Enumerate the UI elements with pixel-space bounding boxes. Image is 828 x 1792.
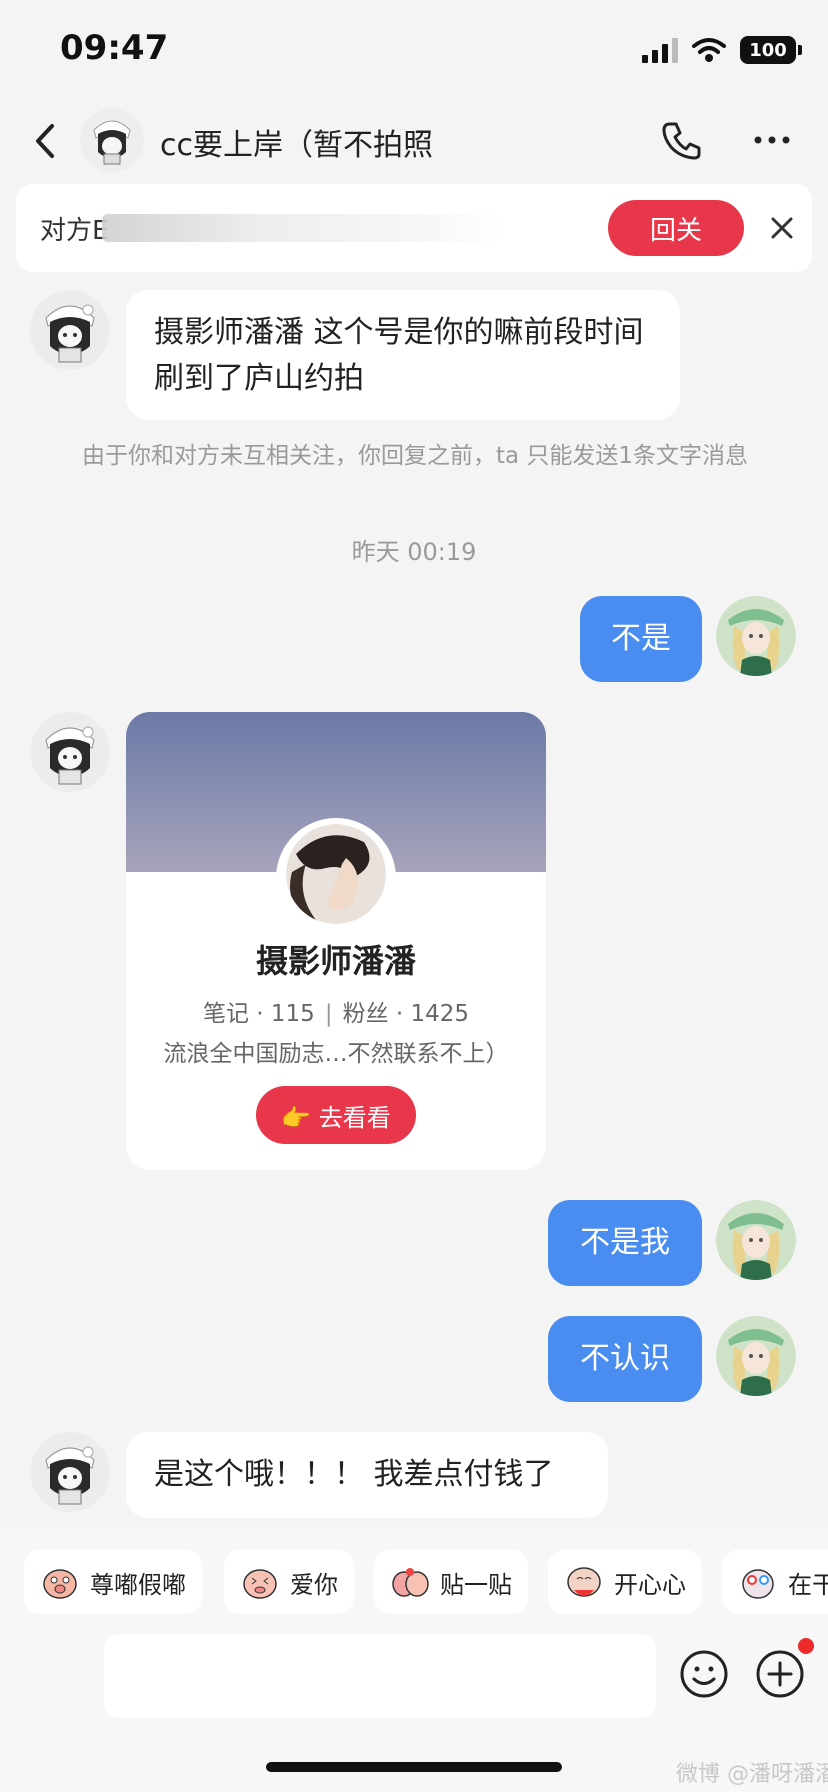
sticker-chip-label: 在干: [788, 1570, 828, 1599]
follow-back-banner: 对方E 回关: [16, 184, 812, 272]
sticker-suggestions: 尊嘟假嘟 爱你 贴一贴 开心心 在干: [24, 1550, 828, 1614]
self-avatar[interactable]: [716, 596, 796, 676]
banner-redaction: [102, 214, 502, 242]
status-bar: 09:47 100: [0, 0, 828, 100]
phone-icon[interactable]: [660, 118, 704, 162]
chat-title: cc要上岸（暂不拍照: [160, 128, 433, 163]
wifi-icon: [692, 38, 726, 62]
chat-header: cc要上岸（暂不拍照: [0, 100, 828, 184]
watermark: 微博 @潘呀潘潘: [676, 1762, 828, 1787]
pigs-hug-sticker-icon: [392, 1568, 429, 1597]
shared-profile-card[interactable]: 摄影师潘潘 笔记 · 115 | 粉丝 · 1425 流浪全中国励志…不然联系不上）…: [126, 712, 546, 1170]
message-timestamp: 昨天 00:19: [351, 538, 477, 566]
follow-back-button[interactable]: 回关: [608, 200, 744, 256]
sticker-chip[interactable]: 贴一贴: [374, 1550, 528, 1614]
composer-panel: 尊嘟假嘟 爱你 贴一贴 开心心 在干: [0, 1528, 828, 1792]
pig-sticker-icon: [243, 1569, 277, 1599]
card-avatar: [286, 824, 386, 924]
add-icon[interactable]: [754, 1648, 806, 1700]
sticker-chip-label: 贴一贴: [440, 1570, 512, 1599]
message-bubble-outgoing[interactable]: 不是: [580, 596, 702, 682]
card-bio: 流浪全中国励志…不然联系不上）: [163, 1041, 509, 1067]
card-stats: 笔记 · 115 | 粉丝 · 1425: [126, 994, 546, 1028]
battery-icon: 100: [740, 36, 802, 64]
self-avatar[interactable]: [716, 1200, 796, 1280]
status-icons: 100: [642, 36, 802, 64]
more-icon[interactable]: [752, 118, 792, 162]
status-time: 09:47: [60, 28, 169, 68]
notification-dot: [798, 1638, 814, 1654]
card-fans-count: 粉丝 · 1425: [342, 1001, 470, 1027]
system-note: 由于你和对方未互相关注，你回复之前，ta 只能发送1条文字消息: [81, 443, 749, 469]
home-indicator[interactable]: [266, 1762, 562, 1772]
signal-icon: [642, 37, 678, 63]
sticker-chip-label: 尊嘟假嘟: [90, 1570, 186, 1599]
sticker-chip[interactable]: 尊嘟假嘟: [24, 1550, 202, 1614]
contact-avatar[interactable]: [80, 108, 144, 172]
emoji-icon[interactable]: [678, 1648, 730, 1700]
back-icon[interactable]: [26, 118, 66, 164]
message-bubble-outgoing[interactable]: 不认识: [548, 1316, 702, 1402]
message-bubble-outgoing[interactable]: 不是我: [548, 1200, 702, 1286]
message-bubble-incoming[interactable]: 是这个哦！！！ 我差点付钱了: [126, 1432, 608, 1518]
message-input[interactable]: [104, 1634, 656, 1718]
banner-text: 对方E: [40, 216, 109, 246]
sticker-chip[interactable]: 开心心: [548, 1550, 702, 1614]
message-bubble-incoming[interactable]: 摄影师潘潘 这个号是你的嘛前段时间刷到了庐山约拍: [126, 290, 680, 420]
sticker-chip[interactable]: 在干: [722, 1550, 828, 1614]
contact-avatar[interactable]: [30, 712, 110, 792]
pig-sticker-icon: [43, 1569, 77, 1599]
contact-avatar[interactable]: [30, 290, 110, 370]
contact-avatar[interactable]: [30, 1432, 110, 1512]
card-notes-count: 笔记 · 115: [202, 1001, 315, 1027]
close-icon[interactable]: [764, 210, 800, 246]
happy-sticker-icon: [567, 1567, 601, 1597]
sticker-chip-label: 开心心: [614, 1570, 686, 1599]
card-stats-separator: |: [324, 1001, 333, 1027]
view-profile-button[interactable]: 👉 去看看: [256, 1086, 416, 1144]
card-name: 摄影师潘潘: [255, 942, 416, 980]
sticker-chip[interactable]: 爱你: [224, 1550, 354, 1614]
sticker-chip-label: 爱你: [290, 1570, 338, 1599]
busy-sticker-icon: [742, 1569, 774, 1599]
self-avatar[interactable]: [716, 1316, 796, 1396]
